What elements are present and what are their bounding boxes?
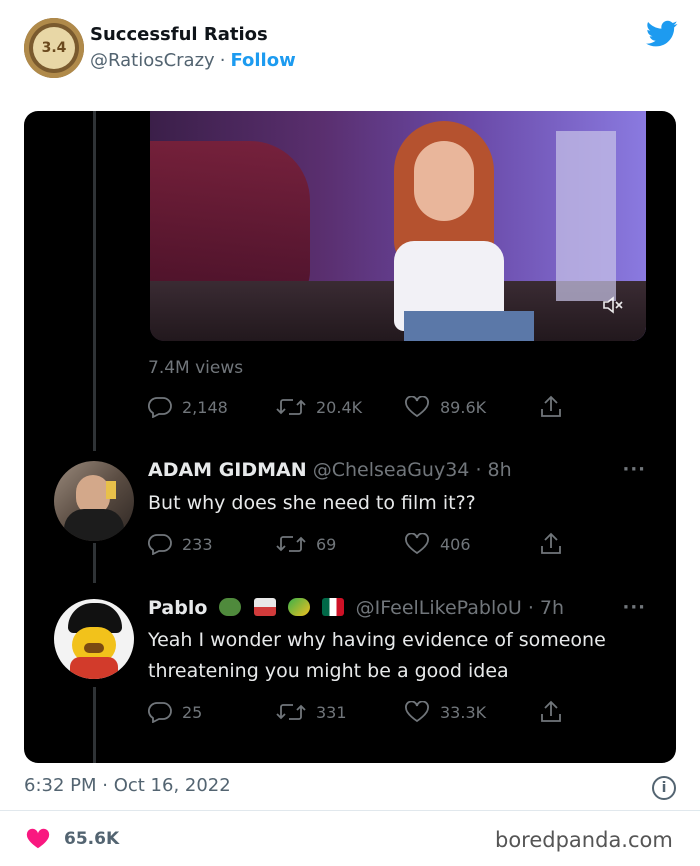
video-person <box>364 121 544 341</box>
like-button[interactable]: 89.6K <box>404 396 540 418</box>
thread-line <box>93 543 96 583</box>
video-player[interactable] <box>150 111 646 341</box>
tweet-like-row[interactable]: 65.6K <box>26 828 119 850</box>
like-count: 89.6K <box>440 397 487 417</box>
retweet-icon <box>276 704 306 720</box>
more-options-icon[interactable]: ··· <box>622 459 646 480</box>
reply-count: 2,148 <box>182 397 228 417</box>
reply-text: Yeah I wonder why having evidence of som… <box>148 629 606 682</box>
retweet-count: 69 <box>316 534 337 554</box>
divider <box>0 810 700 811</box>
retweet-button[interactable]: 331 <box>276 701 404 723</box>
reply-avatar[interactable] <box>54 599 134 679</box>
follow-button[interactable]: Follow <box>230 50 295 71</box>
share-icon <box>541 532 561 554</box>
account-name[interactable]: Successful Ratios <box>90 24 268 45</box>
share-button[interactable] <box>540 532 572 556</box>
heart-outline-icon <box>405 533 429 555</box>
reply-actions: 233 69 406 <box>148 531 572 557</box>
frog-emoji <box>219 598 242 616</box>
reply-time: · 7h <box>527 597 565 619</box>
video-shelf <box>556 131 616 301</box>
tweet-timestamp[interactable]: 6:32 PM · Oct 16, 2022 <box>24 775 231 796</box>
retweet-button[interactable]: 69 <box>276 533 404 555</box>
reply-icon <box>148 702 172 723</box>
separator: · <box>219 50 226 71</box>
reply-author-handle[interactable]: @ChelseaGuy34 <box>313 459 470 481</box>
tweet-like-count: 65.6K <box>64 829 120 849</box>
share-button[interactable] <box>540 395 572 419</box>
retweet-button[interactable]: 20.4K <box>276 396 404 418</box>
reply-header: Pablo @IFeelLikePabloU · 7h <box>148 597 564 619</box>
account-avatar[interactable]: 3.4 <box>24 18 84 78</box>
like-button[interactable]: 33.3K <box>404 701 540 723</box>
reply-count: 25 <box>182 702 203 722</box>
reply-time: · 8h <box>475 459 512 481</box>
retweet-count: 20.4K <box>316 397 363 417</box>
source-watermark: boredpanda.com <box>495 828 673 852</box>
skier-emoji <box>253 598 276 616</box>
thread-line <box>93 111 96 451</box>
reply-icon <box>148 534 172 555</box>
mexico-flag-emoji <box>321 598 344 616</box>
like-count: 33.3K <box>440 702 487 722</box>
reply-button[interactable]: 233 <box>148 533 276 555</box>
reply-author-handle[interactable]: @IFeelLikePabloU <box>356 597 522 619</box>
reply-author-name[interactable]: Pablo <box>148 597 207 619</box>
mute-icon[interactable] <box>602 296 624 314</box>
heart-outline-icon <box>405 701 429 723</box>
info-icon[interactable]: i <box>652 776 676 800</box>
reply-button[interactable]: 2,148 <box>148 396 276 418</box>
share-icon <box>541 700 561 722</box>
twitter-bird-icon[interactable] <box>646 20 678 48</box>
reply-count: 233 <box>182 534 213 554</box>
more-options-icon[interactable]: ··· <box>622 597 646 618</box>
share-icon <box>541 395 561 417</box>
reply-header: ADAM GIDMAN @ChelseaGuy34 · 8h <box>148 459 512 481</box>
reply-author-name[interactable]: ADAM GIDMAN <box>148 459 307 481</box>
like-button[interactable]: 406 <box>404 533 540 555</box>
retweet-icon <box>276 399 306 415</box>
avatar-badge: 3.4 <box>33 27 75 69</box>
reply-avatar[interactable] <box>54 461 134 541</box>
reply-actions: 25 331 33.3K <box>148 699 572 725</box>
original-actions: 2,148 20.4K 89.6K <box>148 394 572 420</box>
account-handle[interactable]: @RatiosCrazy <box>90 50 215 71</box>
share-button[interactable] <box>540 700 572 724</box>
embedded-thread-card: 7.4M views 2,148 20.4K 89.6K ADAM GIDMAN… <box>24 111 676 763</box>
retweet-count: 331 <box>316 702 347 722</box>
reply-button[interactable]: 25 <box>148 701 276 723</box>
view-count: 7.4M views <box>148 358 244 378</box>
thread-line <box>93 687 96 763</box>
reply-icon <box>148 397 172 418</box>
like-count: 406 <box>440 534 471 554</box>
reply-text: But why does she need to film it?? <box>148 492 476 514</box>
heart-icon[interactable] <box>26 828 50 850</box>
account-handle-row: @RatiosCrazy · Follow <box>90 50 296 71</box>
heart-outline-icon <box>405 396 429 418</box>
retweet-icon <box>276 536 306 552</box>
parrot-emoji <box>287 598 310 616</box>
